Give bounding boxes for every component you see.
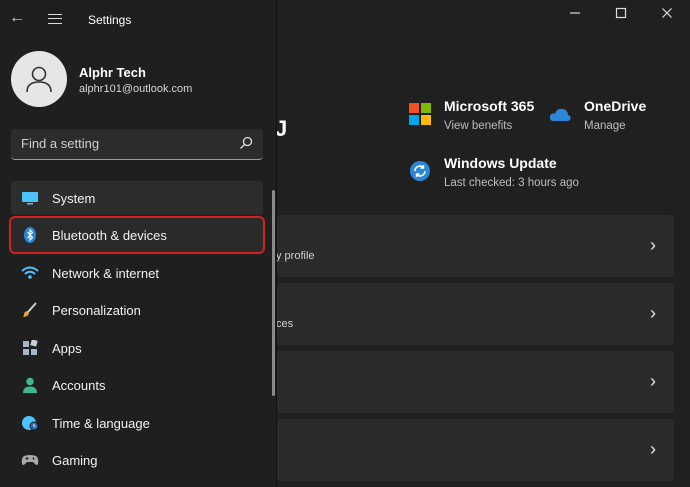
sidebar-item-gaming[interactable]: Gaming: [11, 443, 263, 477]
search-box[interactable]: [11, 129, 263, 160]
close-button[interactable]: [644, 0, 690, 26]
settings-card-3[interactable]: ›: [276, 351, 674, 413]
back-arrow-icon[interactable]: ←: [9, 9, 25, 27]
chevron-right-icon: ›: [650, 303, 656, 323]
onedrive-tile[interactable]: OneDrive Manage: [549, 98, 646, 132]
windows-update-icon: [410, 161, 430, 181]
windows-update-title: Windows Update: [444, 155, 557, 171]
sidebar-item-accounts[interactable]: Accounts: [11, 368, 263, 402]
chevron-right-icon: ›: [650, 235, 656, 255]
apps-icon: [23, 340, 38, 355]
maximize-icon: [615, 7, 627, 19]
hamburger-menu-icon[interactable]: [48, 14, 62, 24]
app-title: Settings: [88, 13, 132, 27]
brush-icon: [23, 302, 37, 317]
window-controls: [552, 0, 690, 28]
bluetooth-icon: [24, 227, 36, 243]
user-email: alphr101@outlook.com: [79, 83, 193, 95]
sidebar-item-bluetooth[interactable]: Bluetooth & devices: [9, 216, 265, 254]
person-silhouette-icon: [26, 66, 52, 93]
sidebar-item-time-language[interactable]: Time & language: [11, 406, 263, 440]
microsoft-365-title: Microsoft 365: [444, 98, 535, 114]
sidebar-item-label: Time & language: [52, 415, 150, 431]
card-subtitle: ces: [276, 318, 294, 330]
sidebar-item-label: Bluetooth & devices: [52, 227, 167, 243]
sidebar-item-label: Accounts: [52, 377, 106, 393]
chevron-right-icon: ›: [650, 371, 656, 391]
person-icon: [23, 377, 37, 393]
wifi-icon: [21, 266, 39, 279]
title-bar: ← Settings: [0, 0, 277, 40]
sidebar-item-label: Apps: [52, 340, 82, 356]
sidebar-item-system[interactable]: System: [11, 181, 263, 215]
sidebar-item-label: Personalization: [52, 302, 141, 318]
onedrive-cloud-icon: [549, 108, 571, 121]
settings-card-2[interactable]: ces ›: [276, 283, 674, 345]
settings-card-4[interactable]: ›: [276, 419, 674, 481]
search-input[interactable]: [11, 129, 231, 158]
sidebar-item-network[interactable]: Network & internet: [11, 256, 263, 290]
chevron-right-icon: ›: [650, 439, 656, 459]
microsoft-logo-icon: [409, 103, 431, 125]
sidebar-item-label: Gaming: [52, 452, 98, 468]
onedrive-title: OneDrive: [584, 98, 647, 114]
minimize-icon: [570, 12, 580, 14]
search-icon[interactable]: [239, 136, 253, 150]
navigation-pane: ← Settings Alphr Tech alphr101@outlook.c…: [0, 0, 277, 487]
windows-update-tile[interactable]: Windows Update Last checked: 3 hours ago: [409, 155, 579, 189]
settings-card-1[interactable]: y profile ›: [276, 215, 674, 277]
microsoft-365-sub[interactable]: View benefits: [444, 120, 534, 132]
avatar[interactable]: [11, 51, 67, 107]
gamepad-icon: [21, 455, 39, 465]
close-icon: [662, 8, 672, 18]
onedrive-sub[interactable]: Manage: [584, 120, 646, 132]
windows-update-sub: Last checked: 3 hours ago: [444, 177, 579, 189]
globe-clock-icon: [22, 416, 39, 431]
nav-scrollbar[interactable]: [272, 190, 275, 396]
sidebar-item-apps[interactable]: Apps: [11, 331, 263, 365]
user-name: Alphr Tech: [79, 65, 146, 80]
monitor-icon: [22, 192, 38, 205]
minimize-button[interactable]: [552, 0, 598, 26]
sidebar-item-label: Network & internet: [52, 265, 159, 281]
maximize-button[interactable]: [598, 0, 644, 26]
microsoft-365-tile[interactable]: Microsoft 365 View benefits: [409, 98, 534, 132]
sidebar-item-personalization[interactable]: Personalization: [11, 293, 263, 327]
card-subtitle: y profile: [276, 250, 315, 262]
sidebar-item-label: System: [52, 190, 96, 206]
